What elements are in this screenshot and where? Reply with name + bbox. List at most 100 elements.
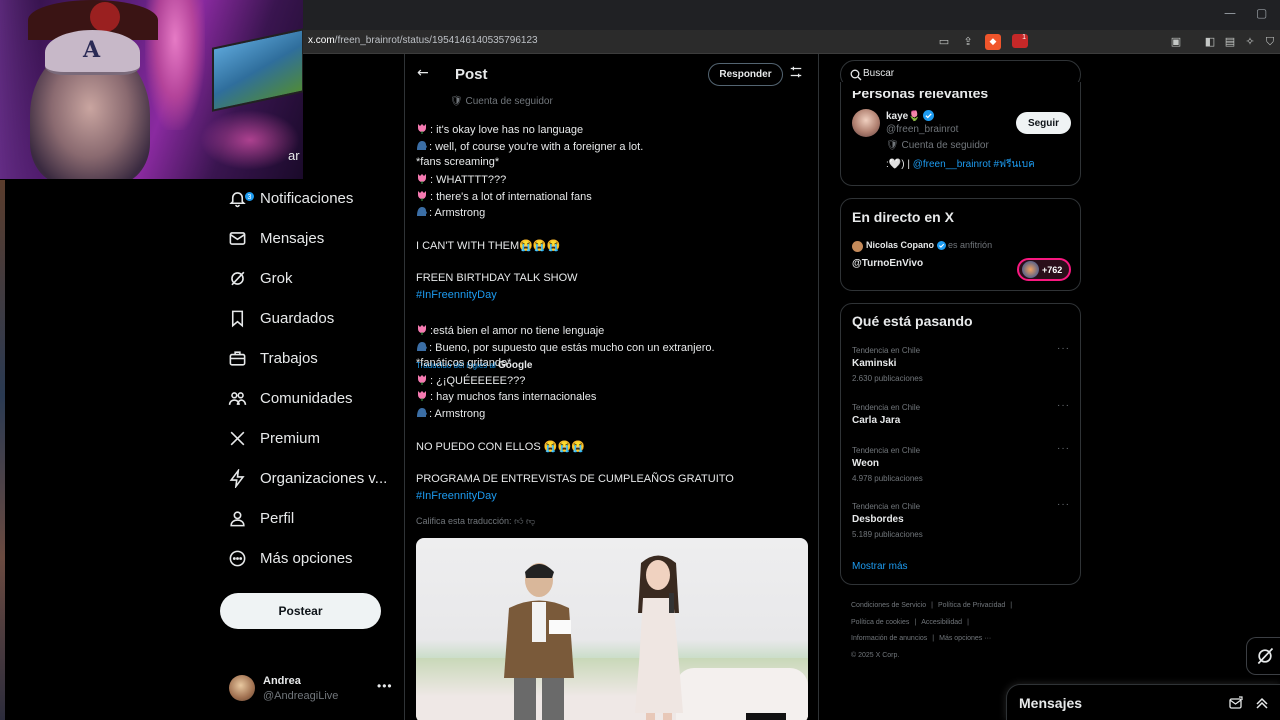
nav-item-bookmarks[interactable]: Guardados <box>220 300 334 336</box>
arrow-left-icon[interactable]: ← <box>417 65 429 81</box>
reader-icon[interactable]: ▣ <box>1168 34 1184 50</box>
grok-icon <box>1257 647 1273 665</box>
tweet-text: : there's a lot of international fans <box>430 191 592 203</box>
avatar <box>1022 261 1039 278</box>
brave-shield-icon[interactable]: ◆ <box>985 34 1001 50</box>
verified-badge-icon <box>936 241 946 250</box>
tulip-icon <box>416 374 428 385</box>
wallet-icon[interactable]: ▤ <box>1222 34 1238 50</box>
trend-category: Tendencia en Chile <box>852 403 921 412</box>
trend-category: Tendencia en Chile <box>852 346 921 355</box>
tweet-text: *fanáticos gritando* <box>416 357 512 369</box>
tweet-line: : hay muchos fans internacionales <box>416 390 596 403</box>
grok-floating-button[interactable] <box>1246 637 1280 675</box>
sliders-icon[interactable] <box>789 65 803 79</box>
footer-link[interactable]: Política de Privacidad <box>938 602 1005 609</box>
tulip-icon <box>416 390 428 401</box>
rate-translation-label: Califica esta traducción: <box>416 516 512 526</box>
trend-item[interactable]: Tendencia en Chile Weon 4.978 publicacio… <box>852 443 1072 486</box>
live-on-x-card: En directo en X Nicolas Copano es anfitr… <box>840 198 1081 291</box>
follow-button[interactable]: Seguir <box>1016 112 1071 134</box>
tweet-video-thumbnail[interactable] <box>416 538 808 720</box>
trend-item[interactable]: Tendencia en Chile Carla Jara ··· <box>852 400 1072 443</box>
chevron-up-icon[interactable] <box>1255 696 1269 710</box>
trend-name: Carla Jara <box>852 415 901 426</box>
listener-count-badge[interactable]: +762 <box>1017 258 1071 281</box>
more-icon[interactable]: ··· <box>1057 499 1070 510</box>
nav-item-premium[interactable]: Premium <box>220 420 320 456</box>
tweet-text: : WHATTTT??? <box>430 174 507 186</box>
more-icon[interactable]: ··· <box>1057 443 1070 454</box>
post-detail-column: ← Post Responder 🛡 Cuenta de seguidor : … <box>404 54 819 720</box>
footer-more-link[interactable]: Más opciones ··· <box>939 635 991 642</box>
more-icon[interactable]: ··· <box>1057 343 1070 354</box>
tweet-text: : ¿¡QUÉEEEEE??? <box>430 375 526 387</box>
more-icon[interactable]: ··· <box>1057 400 1070 411</box>
search-icon <box>850 69 862 81</box>
cast-icon[interactable]: ▭ <box>936 34 952 50</box>
host-role: es anfitrión <box>948 240 993 250</box>
space-host[interactable]: Nicolas Copano es anfitrión <box>866 240 992 250</box>
footer-link[interactable]: Accesibilidad <box>921 619 962 626</box>
leo-ai-icon[interactable]: ✧ <box>1242 34 1258 50</box>
share-icon[interactable]: ⇪ <box>960 34 976 50</box>
avatar[interactable] <box>852 109 880 137</box>
tulip-icon <box>416 123 428 134</box>
grok-icon <box>226 267 248 289</box>
speaking-head-icon <box>416 206 427 217</box>
trend-name: Kaminski <box>852 358 897 369</box>
nav-item-communities[interactable]: Comunidades <box>220 380 353 416</box>
post-button[interactable]: Postear <box>220 593 381 629</box>
nav-item-profile[interactable]: Perfil <box>220 500 294 536</box>
nav-item-notifications[interactable]: 3 Notificaciones <box>220 180 353 216</box>
messages-drawer[interactable]: Mensajes <box>1006 684 1280 720</box>
background-strip <box>0 180 5 720</box>
webcam-overlay: A ar <box>0 0 303 179</box>
search-input[interactable]: Buscar <box>863 68 894 79</box>
footer-link[interactable]: Política de cookies <box>851 619 909 626</box>
nav-label: Notificaciones <box>260 189 354 207</box>
vpn-icon[interactable]: ⛉ <box>1262 34 1278 50</box>
more-icon[interactable]: ••• <box>377 679 393 693</box>
nav-item-messages[interactable]: Mensajes <box>220 220 324 256</box>
nav-item-grok[interactable]: Grok <box>220 260 293 296</box>
tweet-line: : Bueno, por supuesto que estás mucho co… <box>416 341 715 354</box>
sidebar-icon[interactable]: ◧ <box>1202 34 1218 50</box>
nav-item-organizations[interactable]: Organizaciones v... <box>220 460 387 496</box>
new-message-icon[interactable] <box>1229 696 1243 710</box>
tweet-text: NO PUEDO CON ELLOS 😭😭😭 <box>416 441 585 453</box>
nav-label: Más opciones <box>260 549 353 567</box>
footer-links: Condiciones de Servicio | Política de Priv… <box>851 598 1071 664</box>
card-title: En directo en X <box>852 209 954 225</box>
url-host: x.com <box>308 35 335 46</box>
footer-separator: | <box>1010 602 1013 609</box>
relevant-people-card: Personas relevantes kaye🌷 @freen_brainro… <box>840 82 1081 186</box>
footer-link[interactable]: Condiciones de Servicio <box>851 602 926 609</box>
follower-tag-text: Cuenta de seguidor <box>901 140 989 151</box>
account-switcher[interactable]: Andrea @AndreagiLive ••• <box>229 673 394 707</box>
thumbs-up-icon[interactable]: 👍︎ <box>514 516 523 526</box>
footer-link[interactable]: Información de anuncios <box>851 635 927 642</box>
rewards-badge[interactable]: 1 <box>1012 34 1028 48</box>
url-field[interactable]: x.com/freen_brainrot/status/195414614053… <box>308 35 538 46</box>
profile-name[interactable]: kaye🌷 <box>886 110 935 122</box>
minimize-button[interactable]: — <box>1224 6 1236 20</box>
nav-item-jobs[interactable]: Trabajos <box>220 340 318 376</box>
nav-label: Perfil <box>260 509 295 527</box>
trend-item[interactable]: Tendencia en Chile Kaminski 2.630 public… <box>852 343 1072 386</box>
nav-item-more[interactable]: Más opciones <box>220 540 353 576</box>
thumbs-down-icon[interactable]: 👎︎ <box>526 516 535 526</box>
bell-icon: 3 <box>226 187 255 209</box>
reply-button[interactable]: Responder <box>708 63 783 86</box>
maximize-button[interactable]: ▢ <box>1256 6 1267 20</box>
tweet-line: : ¿¡QUÉEEEEE??? <box>416 374 525 387</box>
show-more-link[interactable]: Mostrar más <box>852 561 908 572</box>
bio-link[interactable]: @freen__brainrot #ฟรีนเบค <box>913 159 1035 170</box>
hashtag-link[interactable]: #InFreennityDay <box>416 490 497 502</box>
space-title[interactable]: @TurnoEnVivo <box>852 258 923 269</box>
tweet-text: I CAN'T WITH THEM😭😭😭 <box>416 240 561 252</box>
trend-item[interactable]: Tendencia en Chile Desbordes 5.189 publi… <box>852 499 1072 542</box>
trend-count: 2.630 publicaciones <box>852 374 923 383</box>
tweet-line: : there's a lot of international fans <box>416 190 592 203</box>
hashtag-link[interactable]: #InFreennityDay <box>416 289 497 301</box>
